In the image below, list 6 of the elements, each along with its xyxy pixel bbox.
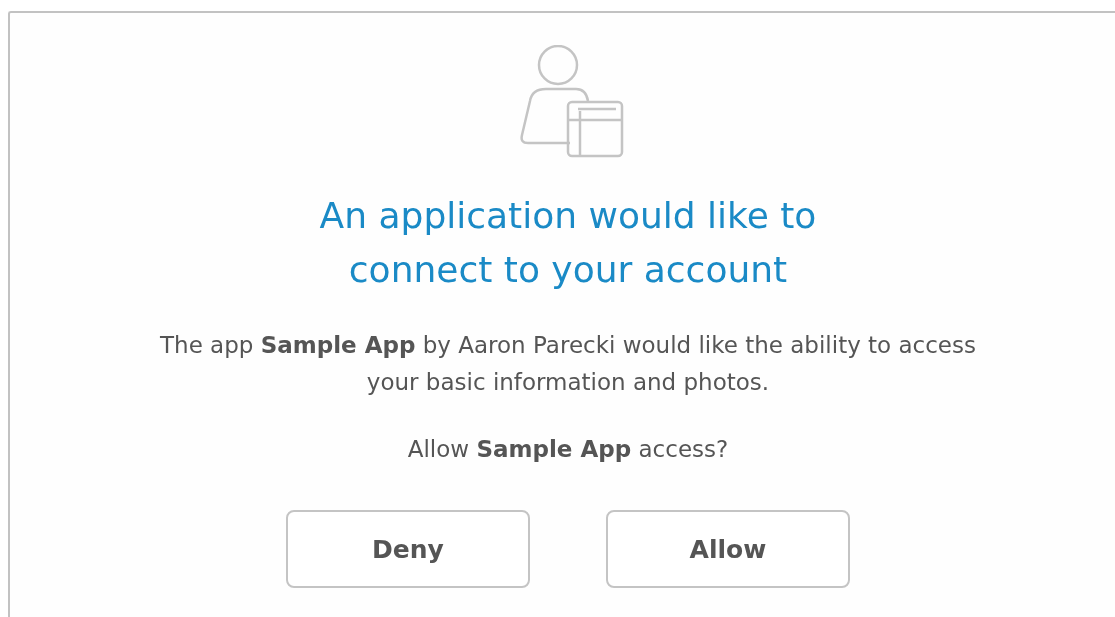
deny-button[interactable]: Deny [286,510,530,588]
user-window-icon [520,45,624,159]
dialog-title: An application would like to connect to your account [318,194,818,292]
permission-question: Allow Sample App access? [407,435,729,464]
permission-description: The app Sample App by Aaron Parecki would like the ability to access your basic information and photos. [159,331,977,397]
allow-button[interactable]: Allow [606,510,850,588]
